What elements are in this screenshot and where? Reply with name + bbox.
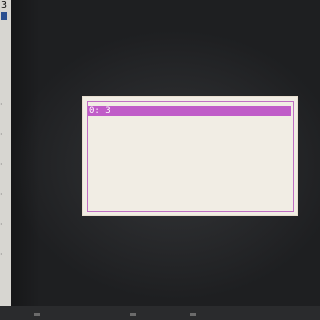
bottom-indicator [130, 313, 136, 316]
bottom-bar [0, 306, 320, 320]
blurred-text: · [0, 250, 3, 259]
left-window-strip: 3 · · · · · · [0, 0, 11, 320]
corner-text: 3 [1, 0, 8, 11]
blurred-text: · [0, 190, 3, 199]
window-icon [1, 12, 7, 20]
blurred-text: · [0, 130, 3, 139]
blurred-text: · [0, 160, 3, 169]
blurred-text: · [0, 220, 3, 229]
bottom-indicator [34, 313, 40, 316]
bottom-indicator [190, 313, 196, 316]
blurred-text: · [0, 100, 3, 109]
dialog-list-frame: 0: 3 [87, 101, 294, 212]
monitor-screen: 3 · · · · · · 0: 3 [0, 0, 320, 320]
menu-item-selected[interactable]: 0: 3 [88, 106, 291, 116]
selection-dialog: 0: 3 [82, 96, 298, 216]
